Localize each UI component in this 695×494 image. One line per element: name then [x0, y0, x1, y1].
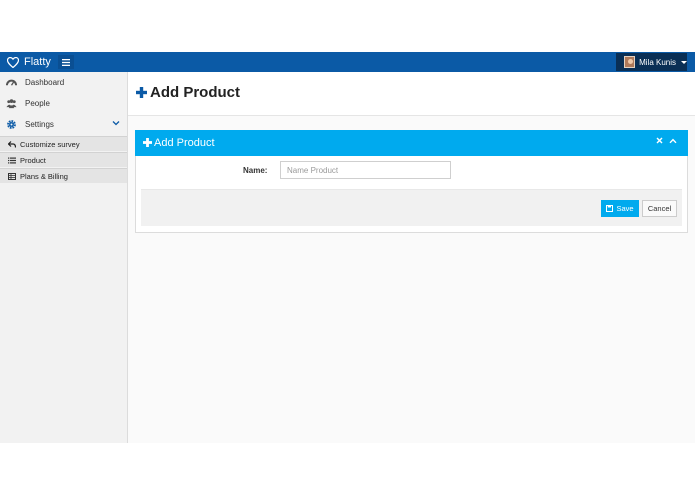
list-icon [8, 157, 16, 164]
sidebar-item-label: Dashboard [25, 78, 65, 87]
chevron-down-icon [112, 121, 120, 126]
brand[interactable]: Flatty [7, 54, 51, 70]
sidebar-item-settings[interactable]: Settings [0, 114, 127, 135]
dashboard-icon [6, 79, 17, 86]
panel-title: Add Product [154, 137, 215, 149]
table-icon [8, 173, 16, 180]
sidebar-item-label: People [25, 99, 50, 108]
sidebar: Dashboard People Settings Customize surv… [0, 72, 128, 443]
hamburger-icon [62, 58, 70, 66]
chevron-up-icon[interactable] [669, 138, 677, 144]
save-button[interactable]: Save [601, 200, 639, 217]
sidebar-subitem-label: Product [20, 156, 46, 165]
brand-name: Flatty [24, 56, 51, 68]
sidebar-item-dashboard[interactable]: Dashboard [0, 72, 127, 93]
heart-icon [7, 56, 19, 68]
app-window: Flatty Mila Kunis Dashboard People Setti… [0, 52, 695, 443]
plus-icon [136, 87, 147, 98]
save-button-label: Save [616, 204, 634, 213]
form-actions: Save Cancel [141, 189, 682, 226]
cancel-button[interactable]: Cancel [642, 200, 677, 217]
reply-icon [8, 141, 16, 148]
panel-header: Add Product [135, 130, 688, 156]
sidebar-subitem-label: Customize survey [20, 140, 80, 149]
menu-toggle-button[interactable] [58, 55, 74, 69]
cancel-button-label: Cancel [647, 204, 672, 213]
users-icon [6, 99, 17, 109]
sidebar-subitem-customize-survey[interactable]: Customize survey [0, 136, 127, 151]
floppy-icon [606, 205, 614, 212]
sidebar-item-people[interactable]: People [0, 93, 127, 114]
main-content: Add Product Add Product Name: Save Cance… [128, 72, 695, 443]
name-label: Name: [243, 166, 268, 175]
sidebar-subitem-product[interactable]: Product [0, 152, 127, 167]
user-name: Mila Kunis [639, 57, 676, 67]
top-navbar: Flatty Mila Kunis [0, 52, 695, 72]
page-title: Add Product [150, 84, 240, 101]
add-product-panel: Add Product Name: Save Cancel [135, 130, 688, 233]
caret-down-icon [681, 60, 687, 64]
close-icon[interactable] [656, 137, 663, 144]
sidebar-subitem-label: Plans & Billing [20, 172, 68, 181]
page-header: Add Product [128, 72, 695, 116]
plus-icon [143, 138, 152, 147]
name-input[interactable] [280, 161, 451, 179]
sidebar-item-label: Settings [25, 120, 54, 129]
sidebar-subitem-plans-billing[interactable]: Plans & Billing [0, 168, 127, 183]
gear-icon [7, 120, 16, 129]
avatar [624, 56, 636, 68]
user-menu[interactable]: Mila Kunis [616, 53, 687, 71]
